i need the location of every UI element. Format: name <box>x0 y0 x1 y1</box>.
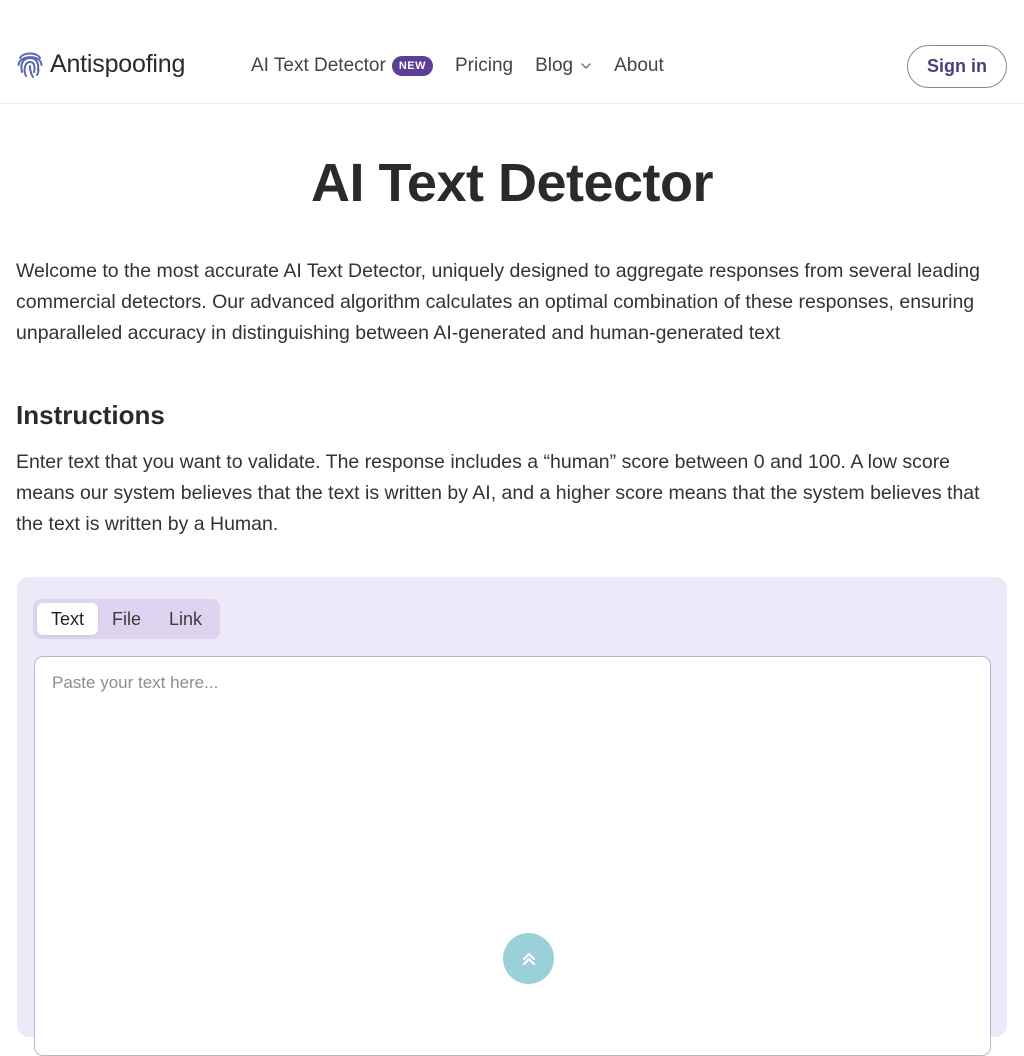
tab-file[interactable]: File <box>98 603 155 635</box>
nav-item-ai-text-detector[interactable]: AI Text Detector NEW <box>251 55 433 77</box>
scroll-to-top-button[interactable] <box>503 933 554 984</box>
site-header: Antispoofing AI Text Detector NEW Pricin… <box>0 0 1024 104</box>
text-input[interactable] <box>34 656 991 1056</box>
nav-label: Blog <box>535 55 574 76</box>
nav-label: AI Text Detector <box>251 55 386 76</box>
instructions-paragraph: Enter text that you want to validate. Th… <box>16 451 980 535</box>
nav-item-about[interactable]: About <box>614 55 664 77</box>
input-mode-tabs: Text File Link <box>33 599 221 639</box>
nav-item-blog[interactable]: Blog <box>535 55 592 77</box>
intro-paragraph: Welcome to the most accurate AI Text Det… <box>16 260 980 344</box>
tab-text[interactable]: Text <box>37 603 99 635</box>
nav-label: Pricing <box>455 55 514 76</box>
fingerprint-icon <box>17 52 43 78</box>
main-nav: AI Text Detector NEW Pricing Blog About <box>251 55 664 77</box>
double-chevron-up-icon <box>522 952 535 965</box>
chevron-down-icon <box>581 63 591 69</box>
new-badge: NEW <box>391 56 433 76</box>
nav-label: About <box>614 55 664 76</box>
sign-in-button[interactable]: Sign in <box>907 45 1007 88</box>
page-title: AI Text Detector <box>310 153 714 213</box>
brand-logo-link[interactable]: Antispoofing <box>16 48 185 80</box>
tab-link[interactable]: Link <box>155 603 216 635</box>
instructions-heading: Instructions <box>16 400 165 430</box>
nav-item-pricing[interactable]: Pricing <box>455 55 513 77</box>
brand-name: Antispoofing <box>50 49 186 78</box>
